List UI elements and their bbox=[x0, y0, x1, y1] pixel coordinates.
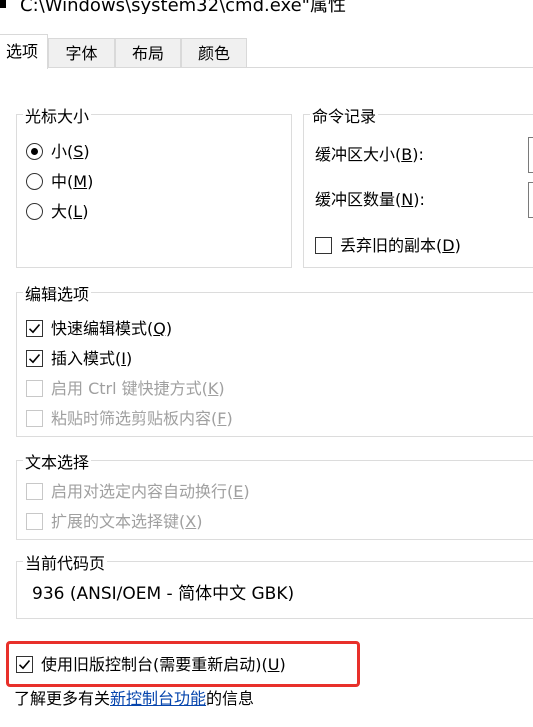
radio-selected-icon bbox=[26, 143, 43, 160]
radio-empty-icon bbox=[26, 173, 43, 190]
checkbox-disabled-icon bbox=[26, 380, 43, 397]
new-console-features-link[interactable]: 新控制台功能 bbox=[110, 689, 206, 708]
tab-font[interactable]: 字体 bbox=[48, 38, 115, 67]
edit-options-legend: 编辑选项 bbox=[23, 281, 92, 305]
codepage-value: 936 (ANSI/OEM - 简体中文 GBK) bbox=[32, 584, 295, 604]
cmd-app-icon bbox=[0, 0, 6, 8]
checkbox-disabled-icon bbox=[26, 513, 43, 530]
checkbox-checked-icon bbox=[16, 656, 33, 673]
command-history-legend: 命令记录 bbox=[310, 103, 379, 127]
checkbox-checked-icon bbox=[26, 350, 43, 367]
cursor-size-legend: 光标大小 bbox=[23, 103, 92, 127]
window-title: C:\Windows\system32\cmd.exe"属性 bbox=[20, 0, 346, 14]
checkbox-checked-icon bbox=[26, 320, 43, 337]
checkbox-disabled-icon bbox=[26, 483, 43, 500]
learn-more-text: 了解更多有关新控制台功能的信息 bbox=[14, 689, 255, 708]
buffer-size-input[interactable] bbox=[528, 137, 533, 173]
tab-layout[interactable]: 布局 bbox=[115, 38, 181, 67]
buffer-count-input[interactable] bbox=[528, 182, 533, 218]
title-bar: C:\Windows\system32\cmd.exe"属性 bbox=[0, 0, 533, 14]
checkbox-disabled-icon bbox=[26, 410, 43, 427]
buffer-count-label: 缓冲区数量(N): bbox=[315, 190, 425, 209]
tab-options[interactable]: 选项 bbox=[0, 34, 48, 69]
buffer-size-label: 缓冲区大小(B): bbox=[315, 145, 424, 164]
codepage-legend: 当前代码页 bbox=[23, 550, 108, 574]
checkbox-empty-icon bbox=[315, 237, 332, 254]
radio-empty-icon bbox=[26, 203, 43, 220]
tab-colors[interactable]: 颜色 bbox=[181, 38, 247, 67]
text-selection-legend: 文本选择 bbox=[23, 449, 92, 473]
